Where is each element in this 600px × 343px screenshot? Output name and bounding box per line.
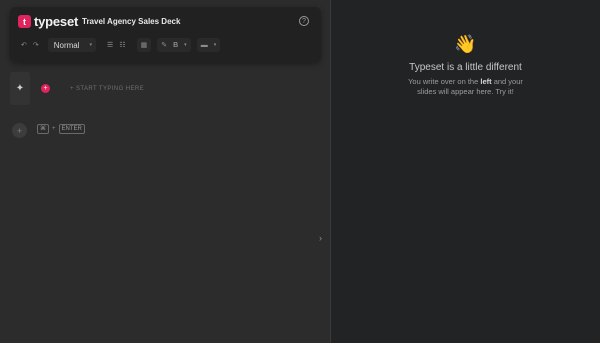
chevron-down-icon[interactable]: ▾ <box>214 42 217 48</box>
command-key-icon: ⌘ <box>37 124 49 134</box>
highlighter-icon[interactable]: ✎ <box>161 41 167 49</box>
editor-toolbar: t typeset Travel Agency Sales Deck ? ↶ ↷… <box>10 7 321 62</box>
keyboard-shortcut-hint: ⌘ + ENTER <box>37 124 85 134</box>
formatting-tools: ↶ ↷ Normal ▾ ☰ ☷ ▦ ✎ B ▾ ▬ ▾ <box>18 38 226 52</box>
help-icon[interactable]: ? <box>299 16 309 26</box>
waving-hand-icon: 👋 <box>454 34 477 54</box>
preview-title: Typeset is a little different <box>409 62 522 73</box>
image-icon[interactable]: ▬ <box>201 42 208 49</box>
app-name: typeset <box>34 14 79 29</box>
preview-body: You write over on the left and your slid… <box>408 77 523 96</box>
brand[interactable]: t typeset <box>18 14 78 29</box>
text-style-select[interactable]: Normal ▾ <box>47 38 97 52</box>
undo-icon[interactable]: ↶ <box>18 38 30 52</box>
bold-button[interactable]: B <box>173 42 178 49</box>
chevron-right-icon[interactable]: › <box>319 233 322 243</box>
editor-placeholder[interactable]: + START TYPING HERE <box>70 86 144 92</box>
numbered-list-icon[interactable]: ☷ <box>116 38 128 52</box>
layout-icon[interactable]: ▦ <box>136 38 152 52</box>
magic-wand-icon[interactable]: ✦ <box>10 72 30 105</box>
add-marker-icon[interactable]: + <box>41 84 50 93</box>
text-style-value: Normal <box>53 40 80 50</box>
redo-icon[interactable]: ↷ <box>30 38 42 52</box>
format-group: ✎ B ▾ <box>157 38 191 52</box>
document-title[interactable]: Travel Agency Sales Deck <box>82 17 180 26</box>
add-block-button[interactable]: + <box>12 123 27 138</box>
empty-preview-message: 👋 Typeset is a little different You writ… <box>331 33 600 97</box>
image-group: ▬ ▾ <box>196 38 221 52</box>
enter-key: ENTER <box>58 124 85 134</box>
shortcut-plus: + <box>52 126 56 132</box>
chevron-down-icon: ▾ <box>89 42 93 48</box>
chevron-down-icon[interactable]: ▾ <box>184 42 187 48</box>
bullet-list-icon[interactable]: ☰ <box>104 38 116 52</box>
logo-icon: t <box>18 15 31 28</box>
